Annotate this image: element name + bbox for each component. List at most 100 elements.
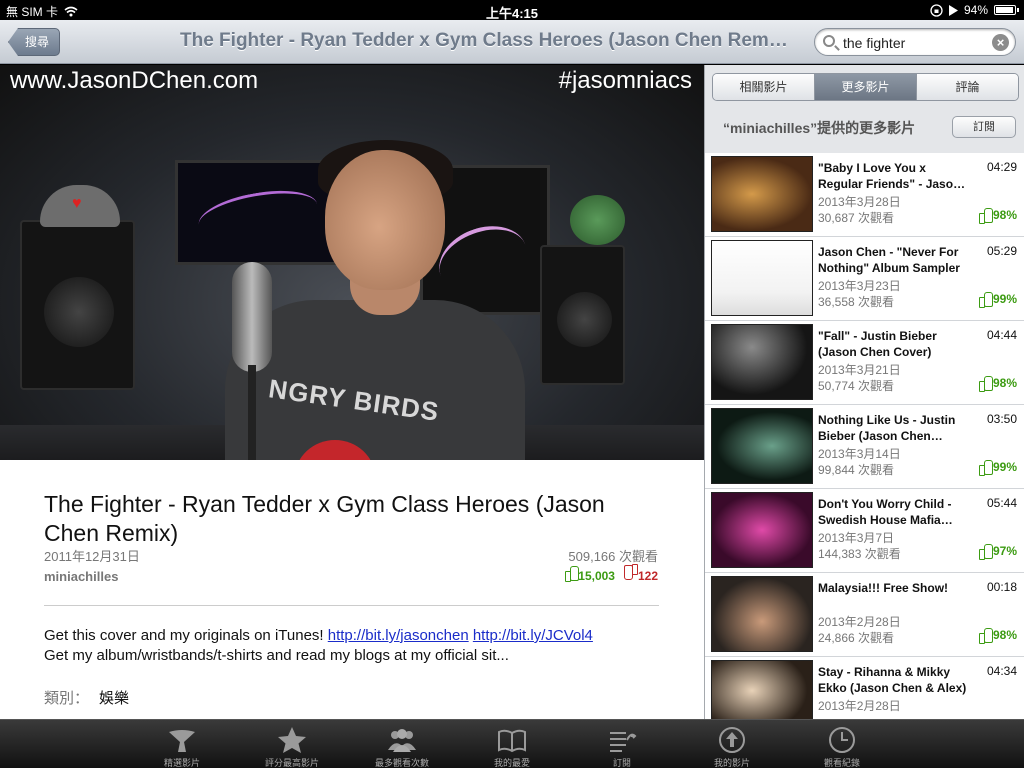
- clock-icon: [829, 727, 855, 753]
- volume-link[interactable]: http://bit.ly/JCVol4: [473, 627, 593, 644]
- video-details: The Fighter - Ryan Tedder x Gym Class He…: [0, 460, 704, 719]
- back-button[interactable]: 搜尋: [8, 28, 61, 56]
- cap: ♥: [40, 185, 120, 227]
- tab-label: 精選影片: [163, 758, 200, 768]
- status-bar: 無 SIM 卡 上午4:15 94%: [0, 0, 1024, 21]
- tab-label: 評分最高影片: [264, 758, 319, 768]
- rating-percent: 98%: [992, 628, 1017, 642]
- video-title: The Fighter - Ryan Tedder x Gym Class He…: [44, 491, 605, 546]
- category-value: 娛樂: [99, 690, 130, 707]
- thumbs-up-icon: [978, 628, 993, 644]
- list-item[interactable]: Jason Chen - "Never For Nothing" Album S…: [705, 237, 1024, 321]
- tab-label: 最多觀看次數: [374, 758, 429, 768]
- left-speaker: [20, 220, 135, 390]
- list-item[interactable]: Don't You Worry Child - Swedish House Ma…: [705, 489, 1024, 573]
- search-value: the fighter: [843, 35, 906, 51]
- upload-icon: [719, 727, 745, 753]
- search-icon: [823, 35, 835, 47]
- video-title: Malaysia!!! Free Show!: [818, 581, 949, 595]
- date: 2013年3月14日: [818, 447, 901, 461]
- rating-percent: 98%: [992, 376, 1017, 390]
- tab-my-videos[interactable]: 我的影片: [677, 720, 787, 768]
- dislike-button[interactable]: 122: [625, 566, 658, 583]
- search-input[interactable]: the fighter ×: [814, 28, 1016, 56]
- person-face: [325, 150, 445, 290]
- featured-icon: [169, 730, 195, 752]
- video-thumbnail: [711, 576, 813, 652]
- thumbs-up-icon: [978, 460, 993, 476]
- rating: 97%: [978, 544, 1017, 560]
- date: 2013年3月23日: [818, 279, 901, 293]
- tab-top-rated[interactable]: 評分最高影片: [237, 720, 347, 768]
- tab-related[interactable]: 相關影片: [713, 74, 815, 100]
- toy-figure: [570, 195, 625, 245]
- like-button[interactable]: 15,003: [565, 566, 615, 583]
- clear-search-icon[interactable]: ×: [992, 34, 1009, 51]
- date: 2013年3月7日: [818, 531, 895, 545]
- date: 2013年2月28日: [818, 615, 901, 629]
- video-title: Stay - Rihanna & Mikky Ekko (Jason Chen …: [818, 665, 967, 695]
- microphone: [232, 262, 272, 372]
- tab-subscriptions[interactable]: 訂閱: [567, 720, 677, 768]
- tab-more-videos[interactable]: 更多影片: [815, 74, 917, 100]
- battery-icon: [994, 5, 1019, 15]
- video-player[interactable]: ♥ NGRY BIRDS www.JasonDChen.com #jasomni…: [0, 65, 704, 460]
- duration: 04:34: [986, 664, 1017, 678]
- video-title: "Baby I Love You x Regular Friends" - Ja…: [818, 161, 961, 191]
- date: 2013年3月28日: [818, 195, 901, 209]
- video-title: "Fall" - Justin Bieber (Jason Chen Cover…: [818, 329, 937, 359]
- list-item[interactable]: Malaysia!!! Free Show! 00:18 2013年2月28日 …: [705, 573, 1024, 657]
- right-speaker: [540, 245, 625, 385]
- list-item[interactable]: Nothing Like Us - Justin Bieber (Jason C…: [705, 405, 1024, 489]
- video-thumbnail: [711, 660, 813, 719]
- thumbs-up-icon: [565, 566, 580, 582]
- rating: 98%: [978, 376, 1017, 392]
- play-icon: [948, 4, 958, 16]
- views: 36,558 次觀看: [818, 295, 895, 309]
- thumbs-down-icon: [625, 566, 638, 580]
- thumbs-up-icon: [978, 292, 993, 308]
- rating-percent: 99%: [992, 460, 1017, 474]
- video-title: Nothing Like Us - Justin Bieber (Jason C…: [818, 413, 956, 443]
- view-count: 509,166 次觀看: [568, 549, 658, 564]
- star-icon: [278, 727, 306, 753]
- tab-label: 觀看紀錄: [823, 758, 860, 768]
- tab-label: 訂閱: [612, 758, 631, 768]
- list-item[interactable]: "Baby I Love You x Regular Friends" - Ja…: [705, 153, 1024, 237]
- itunes-link[interactable]: http://bit.ly/jasonchen: [328, 627, 469, 644]
- desc-text: Get this cover and my originals on iTune…: [44, 627, 324, 644]
- tab-comments[interactable]: 評論: [917, 74, 1018, 100]
- views: 24,866 次觀看: [818, 631, 895, 645]
- rating: 99%: [978, 292, 1017, 308]
- tab-favorites[interactable]: 我的最愛: [457, 720, 567, 768]
- book-icon: [498, 729, 526, 753]
- video-thumbnail: [711, 324, 813, 400]
- list-item[interactable]: Stay - Rihanna & Mikky Ekko (Jason Chen …: [705, 657, 1024, 719]
- tab-featured[interactable]: 精選影片: [127, 720, 237, 768]
- rating: 98%: [978, 208, 1017, 224]
- tab-history[interactable]: 觀看紀錄: [787, 720, 897, 768]
- watermark-url: www.JasonDChen.com: [10, 67, 259, 94]
- date: 2013年2月28日: [818, 699, 901, 713]
- divider: [44, 605, 659, 606]
- subscribe-button[interactable]: 訂閱: [952, 116, 1016, 138]
- views: 144,383 次觀看: [818, 547, 901, 561]
- views: 50,774 次觀看: [818, 379, 895, 393]
- nav-title: The Fighter - Ryan Tedder x Gym Class He…: [180, 30, 790, 51]
- more-videos-heading: “miniachilles”提供的更多影片: [723, 120, 916, 136]
- navigation-bar: 搜尋 The Fighter - Ryan Tedder x Gym Class…: [0, 20, 1024, 64]
- category-label: 類別：: [44, 690, 90, 707]
- video-thumbnail: [711, 156, 813, 232]
- video-title: Don't You Worry Child - Swedish House Ma…: [818, 497, 952, 527]
- rating-percent: 99%: [992, 292, 1017, 306]
- category: 類別： 娛樂: [44, 687, 129, 708]
- dislike-count: 122: [637, 569, 658, 583]
- duration: 04:44: [986, 328, 1017, 342]
- duration: 04:29: [986, 160, 1017, 174]
- rating: 98%: [978, 628, 1017, 644]
- author-name[interactable]: miniachilles: [44, 569, 118, 584]
- duration: 00:18: [986, 580, 1017, 594]
- tab-most-viewed[interactable]: 最多觀看次數: [347, 720, 457, 768]
- list-item[interactable]: "Fall" - Justin Bieber (Jason Chen Cover…: [705, 321, 1024, 405]
- date: 2013年3月21日: [818, 363, 901, 377]
